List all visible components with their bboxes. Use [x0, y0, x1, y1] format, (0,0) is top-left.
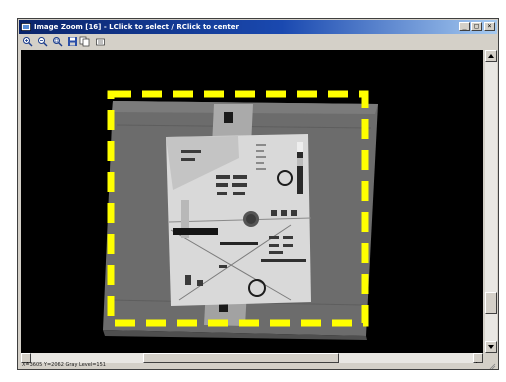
copy-icon[interactable] [79, 36, 90, 47]
toolbar [19, 35, 497, 49]
arrow-down-icon [488, 345, 494, 349]
arrow-up-icon [488, 54, 494, 58]
zoom-in-icon[interactable] [22, 36, 33, 47]
scroll-down-button[interactable] [485, 341, 497, 353]
status-text: X=3605 Y=2062 Gray Level=151 [22, 362, 106, 368]
scroll-right-button[interactable] [473, 353, 483, 368]
vertical-scrollbar[interactable] [485, 50, 497, 353]
close-button[interactable]: × [484, 22, 495, 31]
window-title: Image Zoom [16] - LClick to select / RCl… [34, 23, 239, 31]
title-bar[interactable]: Image Zoom [16] - LClick to select / RCl… [19, 20, 497, 34]
maximize-button[interactable]: □ [471, 22, 482, 31]
scroll-up-button[interactable] [485, 50, 497, 62]
image-viewport[interactable] [21, 50, 483, 353]
status-bar: X=3605 Y=2062 Gray Level=151 [19, 362, 497, 369]
save-icon[interactable] [67, 36, 78, 47]
image-zoom-window: Image Zoom [16] - LClick to select / RCl… [17, 18, 499, 370]
horizontal-scroll-thumb[interactable] [143, 353, 339, 363]
app-icon [21, 23, 31, 31]
vertical-scroll-thumb[interactable] [485, 292, 497, 314]
zoom-out-icon[interactable] [37, 36, 48, 47]
zoom-fit-icon[interactable] [52, 36, 63, 47]
options-icon[interactable] [95, 36, 106, 47]
resize-grip-icon[interactable] [488, 363, 496, 369]
xray-image[interactable] [21, 50, 483, 353]
minimize-button[interactable]: _ [459, 22, 470, 31]
